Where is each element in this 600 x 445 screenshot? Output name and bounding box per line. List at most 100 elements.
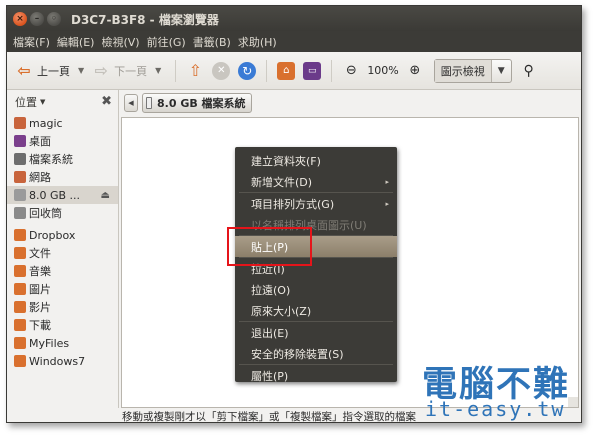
context-menu-item[interactable]: 新增文件(D) ▸ [235,171,397,192]
sidebar-item-label: Windows7 [29,354,86,368]
chevron-left-icon: ◀ [128,99,134,107]
menu-item[interactable]: 求助(H) [238,34,277,50]
context-menu-item[interactable]: 拉遠(O) [235,279,397,300]
sidebar-item[interactable]: 桌面 [7,132,118,150]
context-menu-item[interactable]: 屬性(P) [235,365,397,386]
path-button-current[interactable]: 8.0 GB 檔案系統 [142,93,252,113]
toolbar-separator [331,59,333,82]
view-mode-value: 圖示檢視 [434,59,492,82]
context-menu-item[interactable]: 建立資料夾(F) [235,150,397,171]
back-arrow-icon: ⇦ [17,61,31,80]
context-menu-item-label: 建立資料夾(F) [251,154,321,168]
sidebar-item[interactable]: 網路 [7,168,118,186]
documents-folder-icon [14,247,26,259]
zoom-level: 100% [367,64,399,77]
places-sidebar: 位置 ▼ ✖ magic 桌面檔案系統網路 8.0 GB ... ⏏ 回收筒 Dropbo… [7,90,119,408]
sidebar-item[interactable]: 文件 [7,244,118,262]
title-bar[interactable]: × – ◦ D3C7-B3F8 - 檔案瀏覽器 [7,6,581,31]
context-menu-item[interactable]: 原來大小(Z) [235,300,397,321]
folder-icon [14,337,26,349]
context-menu-item-label: 新增文件(D) [251,175,313,189]
menu-item[interactable]: 前往(G) [147,34,186,50]
sidebar-item-label: 文件 [29,247,51,260]
stop-icon[interactable]: ✕ [212,61,231,80]
sidebar-item[interactable]: 檔案系統 [7,150,118,168]
up-arrow-icon[interactable]: ⇧ [186,61,204,80]
forward-button-label: 下一頁 [114,64,148,78]
sidebar-item[interactable]: 影片 [7,298,118,316]
menu-item[interactable]: 檔案(F) [13,34,50,50]
sidebar-item[interactable]: magic [7,114,118,132]
trash-icon [14,207,26,219]
pictures-folder-icon [14,283,26,295]
sidebar-item[interactable]: 回收筒 [7,204,118,222]
toolbar-separator [266,59,268,82]
close-sidebar-icon[interactable]: ✖ [101,94,112,109]
sidebar-item[interactable]: Windows7 [7,352,118,370]
path-button-label: 8.0 GB 檔案系統 [157,97,246,110]
highlight-annotation-box [227,227,312,266]
sidebar-item-label: 圖片 [29,283,51,296]
context-menu-item[interactable]: 安全的移除裝置(S) [235,343,397,364]
back-button-label: 上一頁 [37,64,70,78]
sidebar-item-label: 網路 [29,171,51,184]
path-back-button[interactable]: ◀ [124,94,138,112]
search-icon[interactable]: ⚲ [520,62,538,80]
maximize-window-button[interactable]: ◦ [47,12,61,26]
sidebar-item[interactable]: 下載 [7,316,118,334]
submenu-arrow-icon: ▸ [385,199,389,208]
menu-item[interactable]: 編輯(E) [57,34,95,50]
music-folder-icon [14,265,26,277]
sidebar-item-label: Dropbox [29,228,76,242]
toolbar: ⇦ 上一頁 ▼ ⇨ 下一頁 ▼ ⇧ ✕ ↻ ⌂ ▭ ⊖ 100% ⊕ 圖示檢視 … [7,52,581,90]
sidebar-header[interactable]: 位置 ▼ ✖ [7,90,118,114]
sidebar-item-label: MyFiles [29,336,70,350]
forward-button[interactable]: ⇨ 下一頁 [92,58,147,84]
back-history-dropdown-icon[interactable]: ▼ [78,66,84,75]
sidebar-item-label: 桌面 [29,135,51,148]
context-menu-item[interactable]: 退出(E) [235,322,397,343]
zoom-in-icon[interactable]: ⊕ [406,62,424,80]
toolbar-separator [175,59,177,82]
close-window-button[interactable]: × [13,12,27,26]
reload-icon[interactable]: ↻ [238,61,257,80]
window-title: D3C7-B3F8 - 檔案瀏覽器 [71,13,219,27]
eject-icon[interactable]: ⏏ [101,190,110,201]
usb-drive-icon [146,97,152,109]
sidebar-item[interactable]: 8.0 GB ... ⏏ [7,186,118,204]
context-menu-item-label: 項目排列方式(G) [251,197,335,211]
sidebar-item-label: 檔案系統 [29,153,73,166]
minimize-window-button[interactable]: – [30,12,44,26]
context-menu-item-label: 拉遠(O) [251,283,291,297]
sidebar-item[interactable]: 圖片 [7,280,118,298]
sidebar-item-label: 影片 [29,301,51,314]
maximize-icon: ◦ [51,13,57,24]
forward-arrow-icon: ⇨ [94,61,108,80]
filesystem-icon [14,153,26,165]
sidebar-item[interactable]: 音樂 [7,262,118,280]
context-menu-item-label: 屬性(P) [251,369,289,383]
usb-drive-icon [14,189,26,201]
downloads-folder-icon [14,319,26,331]
sidebar-item[interactable]: MyFiles [7,334,118,352]
home-icon[interactable]: ⌂ [277,61,296,80]
menu-bar: 檔案(F) 編輯(E) 檢視(V) 前往(G) 書籤(B) 求助(H) [7,31,581,52]
context-menu-item-label: 安全的移除裝置(S) [251,347,344,361]
computer-icon[interactable]: ▭ [303,61,322,80]
context-menu-item[interactable]: 項目排列方式(G) ▸ [235,193,397,214]
menu-item[interactable]: 檢視(V) [101,34,139,50]
sidebar-item-label: 音樂 [29,265,51,278]
back-button[interactable]: ⇦ 上一頁 [15,58,70,84]
network-icon [14,171,26,183]
sidebar-list: magic 桌面檔案系統網路 8.0 GB ... ⏏ 回收筒 Dropbox 文件音樂圖片… [7,114,118,370]
chevron-down-icon: ▼ [40,98,46,106]
menu-item[interactable]: 書籤(B) [193,34,231,50]
home-folder-icon [14,117,26,129]
view-mode-select[interactable]: 圖示檢視 ▼ [433,58,512,83]
sidebar-item[interactable]: Dropbox [7,226,118,244]
sidebar-item-label: 8.0 GB ... [29,188,81,202]
zoom-out-icon[interactable]: ⊖ [342,62,360,80]
forward-history-dropdown-icon[interactable]: ▼ [155,66,161,75]
context-menu-item-label: 退出(E) [251,326,289,340]
context-menu-item-label: 原來大小(Z) [251,304,312,318]
